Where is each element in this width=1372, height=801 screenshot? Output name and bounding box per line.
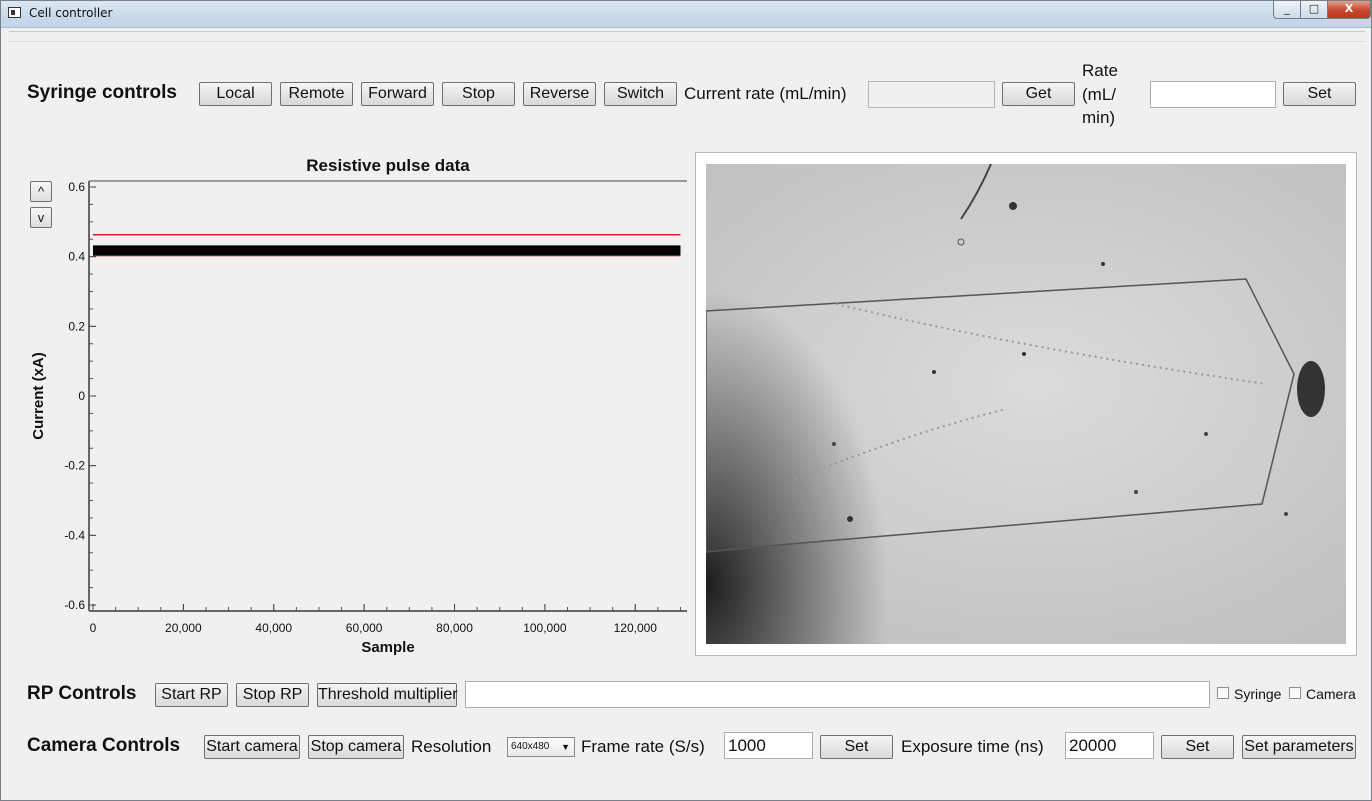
divider [9,31,1365,32]
scale-down-button[interactable]: v [30,207,52,228]
x-tick-label: 120,000 [614,621,658,635]
scale-up-button[interactable]: ^ [30,181,52,202]
plot-canvas: Resistive pulse data Sample Current (xA) 0.… [30,156,687,656]
y-tick-label: 0 [78,389,85,403]
stop-rp-button[interactable]: Stop RP [236,683,309,707]
y-tick-label: 0.6 [68,180,85,194]
syringe-controls-title: Syringe controls [27,82,177,103]
app-window: Cell controller _ □ X Syringe controls L… [0,0,1372,801]
camera-checkbox-label: Camera [1306,686,1356,702]
rate-label-line3: min) [1082,108,1116,127]
set-frame-rate-button[interactable]: Set [820,735,893,759]
title-bar[interactable]: Cell controller _ □ X [1,1,1371,28]
close-button[interactable]: X [1327,1,1371,19]
frame-rate-input[interactable]: 1000 [724,732,813,759]
y-tick-label: -0.2 [64,459,85,473]
resistive-pulse-plot: Resistive pulse data Sample Current (xA) 0.… [25,151,695,661]
y-tick-label: -0.6 [64,598,85,612]
signal-trace [93,245,681,256]
resolution-select[interactable]: 640x480 ▼ [507,737,575,757]
threshold-multiplier-input[interactable] [465,681,1210,708]
x-tick-label: 100,000 [523,621,567,635]
rate-label-line1: Rate [1082,61,1118,80]
app-icon [8,7,21,18]
set-rate-button[interactable]: Set [1283,82,1356,106]
local-button[interactable]: Local [199,82,272,106]
minimize-button[interactable]: _ [1273,1,1301,19]
x-tick-label: 20,000 [165,621,202,635]
chevron-down-icon: ▼ [561,742,570,752]
maximize-button[interactable]: □ [1300,1,1328,19]
frame-rate-label: Frame rate (S/s) [581,737,705,756]
resolution-value: 640x480 [511,741,550,752]
y-tick-label: 0.2 [68,319,85,333]
y-tick-label: -0.4 [64,528,85,542]
y-tick-label: 0.4 [68,250,85,264]
x-tick-label: 0 [90,621,97,635]
syringe-checkbox[interactable] [1217,687,1229,699]
y-axis-label: Current (xA) [30,352,47,440]
camera-image [706,164,1346,644]
x-axis-label: Sample [361,639,414,656]
stop-camera-button[interactable]: Stop camera [308,735,404,759]
x-tick-label: 60,000 [346,621,383,635]
rp-controls-title: RP Controls [27,683,137,704]
stop-button[interactable]: Stop [442,82,515,106]
switch-button[interactable]: Switch [604,82,677,106]
start-camera-button[interactable]: Start camera [204,735,300,759]
reverse-button[interactable]: Reverse [523,82,596,106]
current-rate-field [868,81,995,108]
x-tick-label: 80,000 [436,621,473,635]
resolution-label: Resolution [411,737,492,756]
camera-checkbox[interactable] [1289,687,1301,699]
remote-button[interactable]: Remote [280,82,353,106]
threshold-multiplier-button[interactable]: Threshold multiplier [317,683,458,707]
current-rate-label: Current rate (mL/min) [684,84,847,103]
window-title: Cell controller [29,6,113,20]
camera-controls-title: Camera Controls [27,735,181,756]
start-rp-button[interactable]: Start RP [155,683,228,707]
divider [9,41,1365,42]
syringe-checkbox-label: Syringe [1234,686,1282,702]
exposure-time-label: Exposure time (ns) [901,737,1044,756]
x-tick-label: 40,000 [255,621,292,635]
forward-button[interactable]: Forward [361,82,434,106]
chart-title: Resistive pulse data [306,156,470,175]
microfluidic-channel-image [706,164,1325,553]
rate-input[interactable] [1150,81,1276,108]
rate-label-line2: (mL/ [1082,85,1116,104]
exposure-time-input[interactable]: 20000 [1065,732,1154,759]
set-parameters-button[interactable]: Set parameters [1242,735,1356,759]
get-rate-button[interactable]: Get [1002,82,1075,106]
set-exposure-button[interactable]: Set [1161,735,1234,759]
